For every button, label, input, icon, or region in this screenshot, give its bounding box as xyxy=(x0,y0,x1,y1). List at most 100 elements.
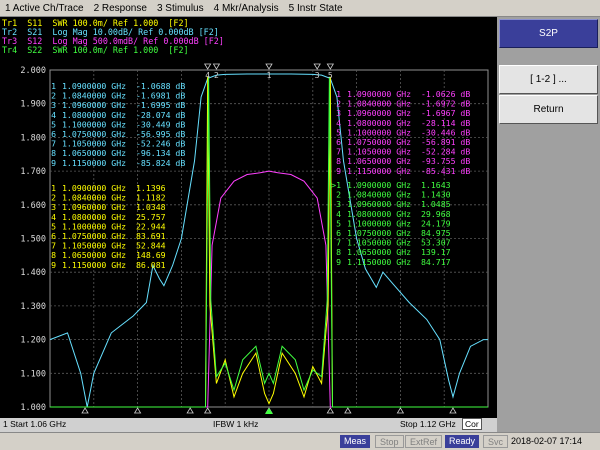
marker-table-s12-index: 9 xyxy=(336,166,341,176)
marker-table-s12-index: 3 xyxy=(336,108,341,118)
status-svc: Svc xyxy=(483,435,509,448)
active-marker-triangle xyxy=(265,408,273,414)
marker-table-s11-value: 1.0348 xyxy=(136,202,166,212)
marker-table-s11-value: 86.081 xyxy=(136,260,166,270)
marker-table-s12-value: -28.114 dB xyxy=(421,118,470,128)
marker-table-s22-value: 1.1430 xyxy=(421,190,451,200)
marker-table-s22-index: 7 xyxy=(336,238,341,248)
stop-frequency[interactable]: Stop 1.12 GHz xyxy=(400,419,456,429)
marker-table-s11-index: 4 xyxy=(51,212,56,222)
marker-table-s12-frequency: 1.0840000 GHz xyxy=(347,99,411,109)
marker-table-s12-value: -56.891 dB xyxy=(421,137,470,147)
marker-table-s12-value: -52.284 dB xyxy=(421,147,470,157)
marker-table-s11-index: 9 xyxy=(51,260,56,270)
marker-triangle xyxy=(449,407,457,414)
status-meas: Meas xyxy=(340,435,371,448)
marker-table-s12-value: -1.6972 dB xyxy=(421,99,470,109)
marker-table-s12-index: 1 xyxy=(336,89,341,99)
y-tick-label: 1.100 xyxy=(20,369,46,379)
marker-table-s12-frequency: 1.0800000 GHz xyxy=(347,118,411,128)
marker-table-s11-frequency: 1.0960000 GHz xyxy=(62,202,126,212)
marker-table-s11-index: 8 xyxy=(51,250,56,260)
marker-triangle xyxy=(344,407,352,414)
marker-table-s22-frequency: 1.0840000 GHz xyxy=(347,190,411,200)
y-axis-ticks: 2.000 1.900 1.800 1.700 1.600 1.500 1.400 1.300… xyxy=(20,66,46,413)
menu-instr-state[interactable]: 5 Instr State xyxy=(284,3,348,14)
marker-table-s11-index: 6 xyxy=(51,231,56,241)
marker-triangle xyxy=(203,407,212,414)
marker-table-s21-value: -1.0688 dB xyxy=(136,81,185,91)
trace-plot[interactable]: 2.000 1.900 1.800 1.700 1.600 1.500 1.400 1.300… xyxy=(0,17,497,418)
marker-table-s21-value: -96.134 dB xyxy=(136,148,185,158)
marker-table-s21-index: 9 xyxy=(51,158,56,168)
marker-table-s12-value: -1.6967 dB xyxy=(421,108,470,118)
marker-table-s21-index: 1 xyxy=(51,81,56,91)
marker-table-s12-frequency: 1.1150000 GHz xyxy=(347,166,411,176)
marker-number: 2 xyxy=(214,71,219,80)
marker-number: 5 xyxy=(328,71,333,80)
marker-table-s22-frequency: 1.1000000 GHz xyxy=(347,218,411,228)
marker-table-s11-value: 52.844 xyxy=(136,241,166,251)
y-tick-label: 1.300 xyxy=(20,302,46,312)
marker-table-s21-frequency: 1.1150000 GHz xyxy=(62,158,126,168)
marker-table-s21-value: -1.6981 dB xyxy=(136,91,185,101)
channel-status-bar: 1 Start 1.06 GHz IFBW 1 kHz Stop 1.12 GH… xyxy=(0,418,497,432)
marker-triangle xyxy=(326,63,335,70)
softkey-return[interactable]: Return xyxy=(499,95,598,124)
marker-table-s11-value: 1.1182 xyxy=(136,193,166,203)
marker-table-s12-frequency: 1.1050000 GHz xyxy=(347,147,411,157)
marker-table-s11-value: 25.757 xyxy=(136,212,166,222)
marker-table-s12-frequency: 1.0650000 GHz xyxy=(347,156,411,166)
marker-table-s22-index: 4 xyxy=(336,209,341,219)
marker-table-s22-value: 29.968 xyxy=(421,209,451,219)
marker-table-s22-value: 1.1643 xyxy=(421,180,451,190)
marker-table-s21-value: -28.074 dB xyxy=(136,110,185,120)
measurement-screen[interactable]: Tr1 S11 SWR 100.0m/ Ref 1.000 [F2] Tr2 S… xyxy=(0,17,497,432)
marker-table-s11-index: 1 xyxy=(51,183,56,193)
marker-table-s21-frequency: 1.0650000 GHz xyxy=(62,148,126,158)
marker-table-s12-frequency: 1.0900000 GHz xyxy=(347,89,411,99)
marker-table-s22-value: 84.975 xyxy=(421,228,451,238)
marker-triangle xyxy=(265,63,273,70)
marker-table-s11-value: 22.944 xyxy=(136,221,166,231)
status-extref: ExtRef xyxy=(405,435,443,448)
marker-table-s21-frequency: 1.0750000 GHz xyxy=(62,129,126,139)
marker-table-s21-index: 4 xyxy=(51,110,56,120)
marker-table-s21-index: 6 xyxy=(51,129,56,139)
cor-indicator: Cor xyxy=(462,418,482,430)
marker-table-s11-frequency: 1.1150000 GHz xyxy=(62,260,126,270)
marker-table-s21-frequency: 1.1050000 GHz xyxy=(62,139,126,149)
y-tick-label: 1.200 xyxy=(20,336,46,346)
menu-mkr-analysis[interactable]: 4 Mkr/Analysis xyxy=(209,3,284,14)
marker-triangle xyxy=(186,407,194,414)
marker-table-s22-value: 1.0485 xyxy=(421,199,451,209)
marker-table-s22-frequency: 1.0900000 GHz xyxy=(347,180,411,190)
marker-table-s12-index: 8 xyxy=(336,156,341,166)
start-frequency[interactable]: 1 Start 1.06 GHz xyxy=(3,419,66,429)
softkey-port-pair[interactable]: [ 1-2 ] ... xyxy=(499,65,598,94)
menu-bar: 1 Active Ch/Trace 2 Response 3 Stimulus … xyxy=(0,0,600,17)
marker-table-s22-index: 6 xyxy=(336,228,341,238)
marker-table-s11-index: 7 xyxy=(51,241,56,251)
status-ready: Ready xyxy=(445,435,480,448)
marker-table-s22-index: 3 xyxy=(336,199,341,209)
marker-table-s21-index: 7 xyxy=(51,139,56,149)
marker-table-s11-frequency: 1.0800000 GHz xyxy=(62,212,126,222)
marker-table-s12-index: 7 xyxy=(336,147,341,157)
marker-table-s11-value: 1.1396 xyxy=(136,183,166,193)
marker-table-s12-index: 5 xyxy=(336,127,341,137)
marker-table-s11-value: 83.691 xyxy=(136,231,166,241)
menu-stimulus[interactable]: 3 Stimulus xyxy=(152,3,209,14)
marker-table-s21-index: 8 xyxy=(51,148,56,158)
marker-table-s21-value: -85.824 dB xyxy=(136,158,185,168)
marker-table-s22-frequency: 1.0960000 GHz xyxy=(347,199,411,209)
menu-response[interactable]: 2 Response xyxy=(89,3,152,14)
marker-table-s12-value: -1.0626 dB xyxy=(421,89,470,99)
menu-active-ch-trace[interactable]: 1 Active Ch/Trace xyxy=(0,3,89,14)
y-tick-label: 1.000 xyxy=(20,403,46,413)
marker-table-s11-value: 148.69 xyxy=(136,250,166,260)
marker-triangle xyxy=(81,407,89,414)
softkey-panel: S2P [ 1-2 ] ... Return xyxy=(497,17,600,432)
ifbw-label[interactable]: IFBW 1 kHz xyxy=(213,419,258,429)
y-tick-label: 1.800 xyxy=(20,133,46,143)
